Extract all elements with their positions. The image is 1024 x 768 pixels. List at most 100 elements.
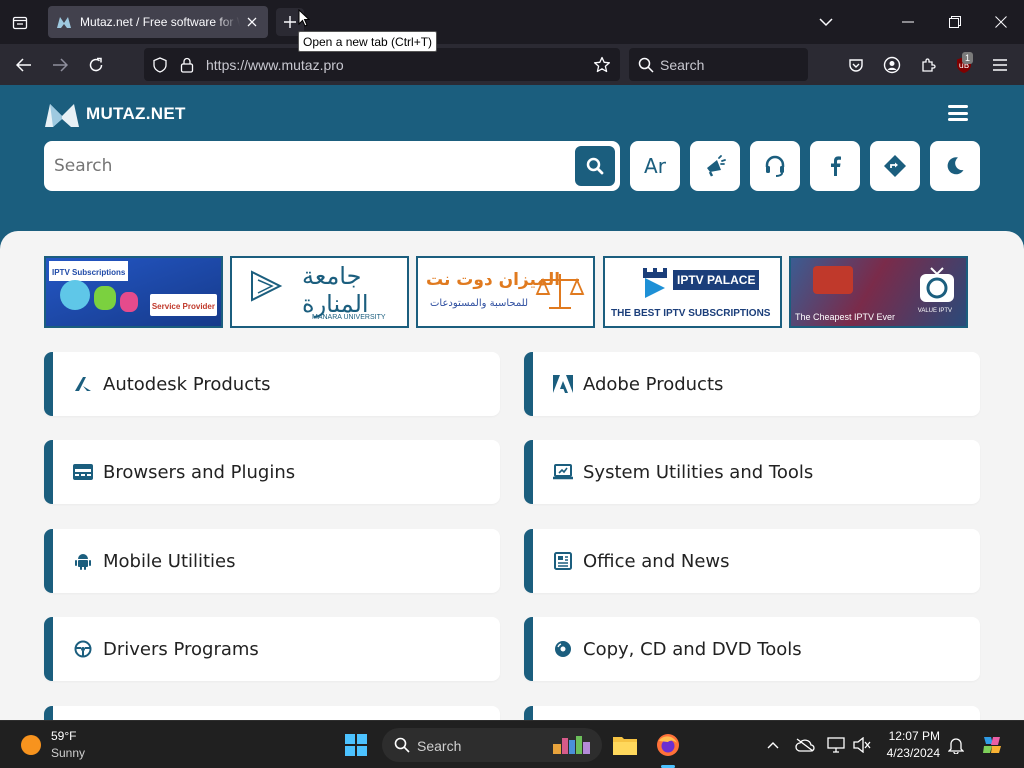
copilot-icon[interactable] (980, 733, 1004, 757)
restore-window-icon[interactable] (945, 12, 965, 32)
ad-1-subtitle: Service Provider (149, 294, 217, 316)
ad-banner-iptv-palace[interactable]: IPTV PALACE THE BEST IPTV SUBSCRIPTIONS (603, 256, 782, 328)
tv-illustration-icon (813, 266, 853, 294)
site-search-input[interactable] (54, 156, 554, 176)
tracking-protection-shield-icon[interactable] (151, 56, 169, 74)
newspaper-icon (553, 551, 573, 571)
cartoon-mascot-icon (94, 286, 116, 310)
ad-3-subtitle: للمحاسبة والمستودعات (430, 298, 528, 309)
taskbar-search-placeholder: Search (417, 738, 462, 754)
app-menu-hamburger-icon[interactable] (988, 53, 1012, 77)
site-logo[interactable]: MUTAZ.NET (44, 100, 186, 128)
palace-play-icon (643, 268, 667, 298)
notifications-bell-icon[interactable] (944, 733, 968, 757)
category-label: Adobe Products (583, 373, 724, 395)
announcements-button[interactable] (690, 141, 740, 191)
firefox-icon[interactable] (656, 733, 680, 757)
category-copy-cd-dvd-tools[interactable]: Copy, CD and DVD Tools (524, 617, 980, 681)
cartoon-mascot-icon (60, 280, 90, 310)
reload-icon[interactable] (84, 53, 108, 77)
category-partial-row[interactable] (524, 706, 980, 720)
mutaz-logo-icon (45, 104, 79, 127)
steering-wheel-icon (73, 639, 93, 659)
tab-title: Mutaz.net / Free software for Windows (80, 15, 240, 29)
ad-4-title: IPTV PALACE (673, 270, 760, 290)
adobe-icon (553, 374, 573, 394)
extensions-puzzle-icon[interactable] (916, 53, 940, 77)
bookmark-star-icon[interactable] (593, 56, 611, 74)
windows-start-icon[interactable] (344, 733, 368, 757)
site-search-button[interactable] (575, 146, 615, 186)
tab-bar: Mutaz.net / Free software for Windows Op… (0, 0, 1024, 52)
ad-banner-value-iptv[interactable]: The Cheapest IPTV Ever VALUE IPTV (789, 256, 968, 328)
dark-mode-button[interactable] (930, 141, 980, 191)
account-icon[interactable] (880, 53, 904, 77)
site-search-box[interactable] (44, 141, 620, 191)
browser-tab[interactable]: Mutaz.net / Free software for Windows (48, 6, 268, 38)
arabic-language-button[interactable]: Ar (630, 141, 680, 191)
category-adobe-products[interactable]: Adobe Products (524, 352, 980, 416)
taskbar-search-box[interactable]: Search (382, 728, 602, 762)
sunny-weather-icon[interactable] (19, 733, 43, 757)
mouse-cursor (298, 8, 311, 32)
onedrive-offline-icon[interactable] (793, 733, 817, 757)
ad-banner-almizan[interactable]: الميزان دوت نت للمحاسبة والمستودعات (416, 256, 595, 328)
back-arrow-icon[interactable] (12, 53, 36, 77)
category-mobile-utilities[interactable]: Mobile Utilities (44, 529, 500, 593)
minimize-window-icon[interactable] (898, 12, 918, 32)
facebook-button[interactable] (810, 141, 860, 191)
web-page: MUTAZ.NET Ar IPTV Subscriptions Service … (0, 85, 1024, 720)
browser-search-bar[interactable]: Search (629, 48, 808, 81)
search-icon (390, 733, 414, 757)
list-all-tabs-chevron-icon[interactable] (816, 12, 836, 32)
category-label: Drivers Programs (103, 638, 259, 660)
ad-5-title: The Cheapest IPTV Ever (795, 312, 896, 322)
file-explorer-icon[interactable] (613, 733, 637, 757)
address-bar[interactable]: https://www.mutaz.pro (144, 48, 620, 81)
lock-icon[interactable] (178, 56, 196, 74)
ad-5-subtitle: VALUE IPTV (917, 308, 952, 314)
logo-text: MUTAZ.NET (86, 104, 186, 123)
ad-4-subtitle: THE BEST IPTV SUBSCRIPTIONS (611, 308, 771, 319)
network-icon[interactable] (824, 733, 848, 757)
browser-search-placeholder: Search (660, 57, 705, 73)
laptop-tools-icon (553, 462, 573, 482)
forward-arrow-icon[interactable] (48, 53, 72, 77)
category-label: Office and News (583, 550, 730, 572)
category-label: Copy, CD and DVD Tools (583, 638, 802, 660)
headset-icon (765, 155, 785, 177)
directions-button[interactable] (870, 141, 920, 191)
category-autodesk-products[interactable]: Autodesk Products (44, 352, 500, 416)
site-menu-hamburger-icon[interactable] (948, 105, 968, 121)
clock-time[interactable]: 12:07 PM (880, 729, 940, 743)
search-icon (637, 56, 655, 74)
tab-list-icon[interactable] (8, 10, 32, 34)
weather-temperature[interactable]: 59°F (51, 729, 76, 743)
category-drivers-programs[interactable]: Drivers Programs (44, 617, 500, 681)
category-system-utilities-and-tools[interactable]: System Utilities and Tools (524, 440, 980, 504)
main-content: IPTV Subscriptions Service Provider جامع… (0, 231, 1024, 720)
category-office-and-news[interactable]: Office and News (524, 529, 980, 593)
language-button-label: Ar (644, 154, 666, 178)
navigation-toolbar: https://www.mutaz.pro Search uB (0, 44, 1024, 85)
category-label: Autodesk Products (103, 373, 271, 395)
moon-icon (947, 157, 964, 175)
weather-condition[interactable]: Sunny (51, 746, 85, 760)
ad-banner-iptv-subscriptions[interactable]: IPTV Subscriptions Service Provider (44, 256, 223, 328)
support-button[interactable] (750, 141, 800, 191)
clock-date[interactable]: 4/23/2024 (872, 746, 940, 760)
ad-banner-manara-university[interactable]: جامعة المنارة MANARA UNIVERSITY (230, 256, 409, 328)
volume-muted-icon[interactable] (850, 733, 874, 757)
search-icon (586, 157, 604, 175)
manara-logo-icon (251, 270, 283, 302)
value-iptv-tv-icon (920, 267, 954, 302)
category-browsers-and-plugins[interactable]: Browsers and Plugins (44, 440, 500, 504)
category-partial-row[interactable] (44, 706, 500, 720)
megaphone-icon (707, 155, 726, 177)
cartoon-mascot-icon (120, 292, 138, 312)
ad-2-title: جامعة المنارة (302, 262, 369, 318)
pocket-icon[interactable] (844, 53, 868, 77)
show-hidden-icons-chevron-icon[interactable] (761, 733, 785, 757)
close-window-icon[interactable] (991, 12, 1011, 32)
close-tab-icon[interactable] (244, 14, 260, 30)
